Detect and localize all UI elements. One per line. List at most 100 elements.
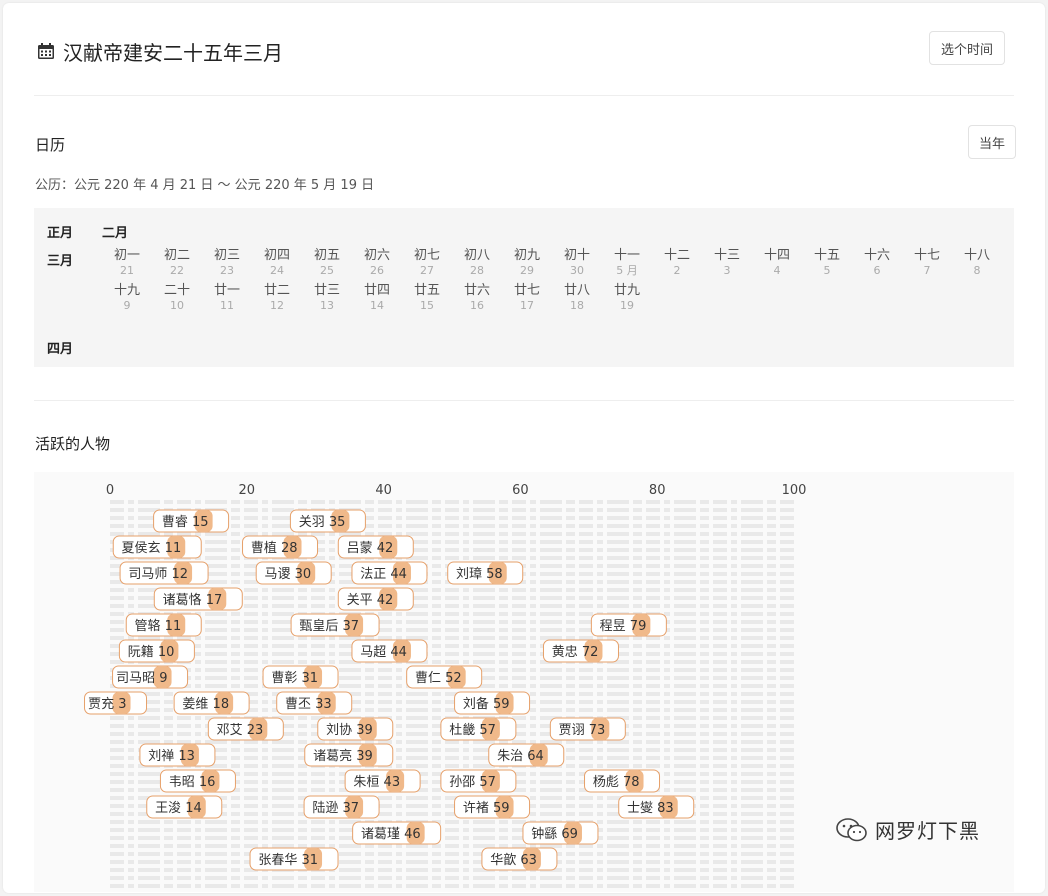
character-bar[interactable]: 杜畿 57: [440, 717, 517, 741]
calendar-day[interactable]: 初十 30: [557, 248, 597, 278]
character-bar[interactable]: 程昱 79: [590, 613, 667, 637]
character-bar[interactable]: 陆逊 37: [303, 795, 380, 819]
month-label[interactable]: 二月: [102, 222, 128, 241]
page-title: 汉献帝建安二十五年三月: [63, 40, 283, 65]
solar-date: 12: [270, 299, 284, 312]
bar-label: 陆逊 37: [312, 800, 359, 816]
calendar-day[interactable]: 十六 6: [857, 248, 897, 278]
month-label[interactable]: 四月: [47, 338, 73, 357]
calendar-day[interactable]: 廿五 15: [407, 283, 447, 313]
character-bar[interactable]: 邓艾 23: [207, 717, 284, 741]
bar-label: 华歆 63: [490, 852, 537, 868]
character-bar[interactable]: 诸葛瑾 46: [352, 821, 442, 845]
calendar-day[interactable]: 十七 7: [907, 248, 947, 278]
character-bar[interactable]: 司马昭 9: [112, 665, 189, 689]
calendar-day[interactable]: 廿三 13: [307, 283, 347, 313]
this-year-button[interactable]: 当年: [968, 125, 1016, 159]
calendar-day[interactable]: 初六 26: [357, 248, 397, 278]
solar-date: 4: [773, 264, 781, 277]
character-bar[interactable]: 韦昭 16: [159, 769, 236, 793]
character-bar[interactable]: 甄皇后 37: [290, 613, 380, 637]
lunar-date: 初二: [163, 248, 190, 263]
calendar-day[interactable]: 初八 28: [457, 248, 497, 278]
character-bar[interactable]: 阮籍 10: [118, 639, 195, 663]
character-bar[interactable]: 贾充 3: [84, 691, 148, 715]
solar-date: 7: [923, 264, 931, 277]
character-bar[interactable]: 张春华 31: [249, 847, 339, 871]
lunar-date: 十九: [113, 283, 140, 298]
x-tick-label: 100: [782, 483, 807, 498]
pick-time-button[interactable]: 选个时间: [929, 31, 1005, 65]
character-bar[interactable]: 马谡 30: [255, 561, 332, 585]
lunar-date: 初八: [463, 248, 490, 263]
bar-label: 曹彰 31: [271, 670, 318, 686]
character-bar[interactable]: 姜维 18: [173, 691, 250, 715]
calendar-day[interactable]: 廿二 12: [257, 283, 297, 313]
bar-label: 邓艾 23: [217, 723, 264, 738]
character-bar[interactable]: 士燮 83: [618, 795, 695, 819]
character-bar[interactable]: 管辂 11: [125, 613, 202, 637]
character-bar[interactable]: 刘禅 13: [139, 743, 216, 767]
calendar-day[interactable]: 廿六 16: [457, 283, 497, 313]
calendar-day[interactable]: 初四 24: [257, 248, 297, 278]
character-bar[interactable]: 刘协 39: [317, 717, 394, 741]
month-label[interactable]: 三月: [47, 250, 73, 269]
month-label[interactable]: 正月: [47, 222, 73, 241]
bar-label: 马超 44: [360, 645, 407, 660]
character-bar[interactable]: 马超 44: [351, 639, 428, 663]
character-bar[interactable]: 法正 44: [351, 561, 428, 585]
character-bar[interactable]: 曹睿 15: [153, 509, 230, 533]
character-bar[interactable]: 刘备 59: [454, 691, 531, 715]
character-bar[interactable]: 夏侯玄 11: [112, 535, 202, 559]
character-bar[interactable]: 曹植 28: [242, 535, 319, 559]
bar-label: 诸葛恪 17: [163, 593, 223, 608]
character-bar[interactable]: 曹丕 33: [276, 691, 353, 715]
character-bar[interactable]: 朱桓 43: [344, 769, 421, 793]
character-bar[interactable]: 贾诩 73: [549, 717, 626, 741]
calendar-day[interactable]: 十一 5 月: [607, 248, 647, 278]
character-bar[interactable]: 关羽 35: [289, 509, 366, 533]
calendar-day[interactable]: 初七 27: [407, 248, 447, 278]
watermark: 网罗灯下黑: [835, 815, 980, 844]
bar-label: 刘璋 58: [456, 567, 503, 582]
calendar-day[interactable]: 十四 4: [757, 248, 797, 278]
character-bar[interactable]: 朱治 64: [488, 743, 565, 767]
bar-label: 刘备 59: [463, 696, 510, 712]
character-bar[interactable]: 王浚 14: [146, 795, 223, 819]
character-bar[interactable]: 杨彪 78: [584, 769, 661, 793]
character-bar[interactable]: 司马师 12: [119, 561, 209, 585]
solar-date: 17: [520, 299, 534, 312]
calendar-day[interactable]: 初二 22: [157, 248, 197, 278]
calendar-day[interactable]: 初三 23: [207, 248, 247, 278]
bar-label: 关平 42: [347, 593, 394, 608]
character-bar[interactable]: 诸葛亮 39: [304, 743, 394, 767]
calendar-day[interactable]: 初一 21: [107, 248, 147, 278]
calendar-day[interactable]: 十五 5: [807, 248, 847, 278]
character-bar[interactable]: 曹彰 31: [262, 665, 339, 689]
character-bar[interactable]: 华歆 63: [481, 847, 558, 871]
character-bar[interactable]: 许褚 59: [454, 795, 531, 819]
calendar-day[interactable]: 二十 10: [157, 283, 197, 313]
calendar-day[interactable]: 十九 9: [107, 283, 147, 313]
calendar-day[interactable]: 十八 8: [957, 248, 997, 278]
lunar-date: 初五: [313, 248, 340, 263]
character-bar[interactable]: 吕蒙 42: [337, 535, 414, 559]
calendar-day[interactable]: 廿一 11: [207, 283, 247, 313]
character-bar[interactable]: 孙邵 57: [440, 769, 517, 793]
calendar-day[interactable]: 初九 29: [507, 248, 547, 278]
calendar-day[interactable]: 十三 3: [707, 248, 747, 278]
bar-label: 程昱 79: [600, 619, 647, 634]
calendar-day[interactable]: 廿七 17: [507, 283, 547, 313]
character-bar[interactable]: 诸葛恪 17: [153, 587, 243, 611]
character-bar[interactable]: 黄忠 72: [542, 639, 619, 663]
lunar-date: 十二: [663, 248, 690, 263]
calendar-day[interactable]: 廿四 14: [357, 283, 397, 313]
character-bar[interactable]: 关平 42: [337, 587, 414, 611]
character-bar[interactable]: 曹仁 52: [406, 665, 483, 689]
character-bar[interactable]: 钟繇 69: [522, 821, 599, 845]
calendar-day[interactable]: 十二 2: [657, 248, 697, 278]
calendar-day[interactable]: 初五 25: [307, 248, 347, 278]
calendar-day[interactable]: 廿九 19: [607, 283, 647, 313]
calendar-day[interactable]: 廿八 18: [557, 283, 597, 313]
character-bar[interactable]: 刘璋 58: [447, 561, 524, 585]
